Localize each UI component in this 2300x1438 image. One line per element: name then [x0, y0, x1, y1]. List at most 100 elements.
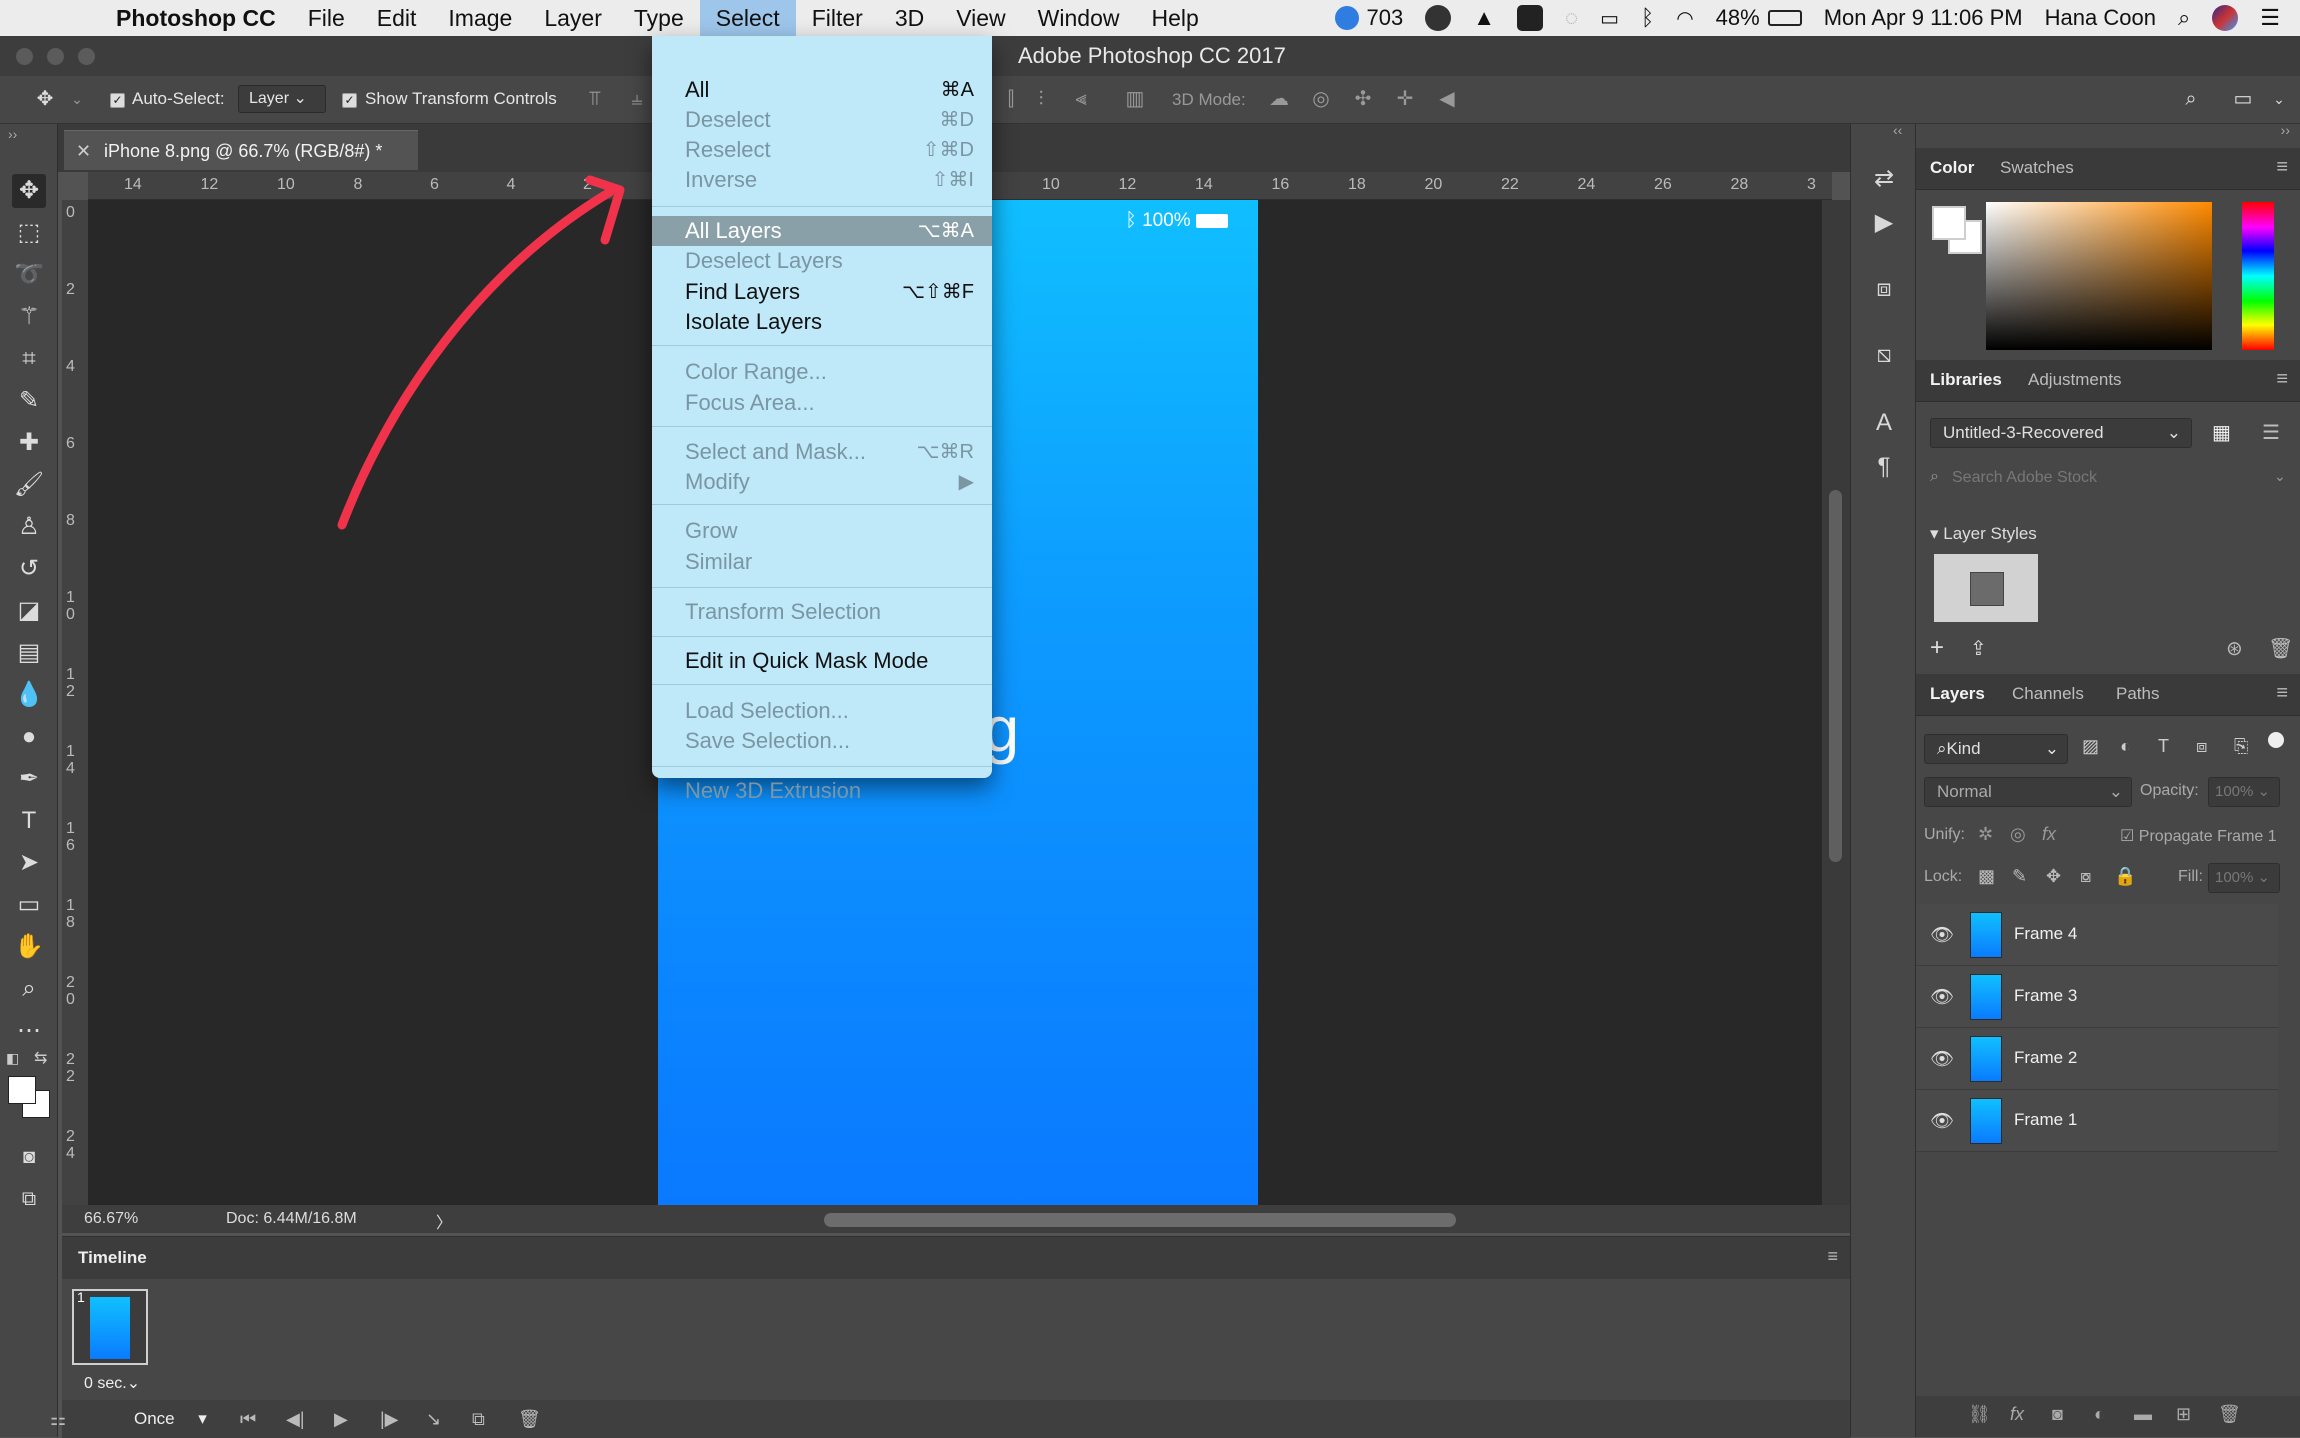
more-tools-icon[interactable]: ⋯ [12, 1014, 46, 1048]
add-mask-icon[interactable]: ◙ [2052, 1404, 2063, 1425]
actions-panel-icon[interactable]: ▶ [1869, 208, 1899, 238]
select-menu-item-save-selection[interactable]: Save Selection... [652, 726, 992, 756]
library-dropdown[interactable]: Untitled-3-Recovered ⌄ [1930, 418, 2192, 448]
history-panel-icon[interactable]: ⇄ [1869, 164, 1899, 194]
gradient-tool-icon[interactable]: ▤ [12, 636, 46, 670]
select-menu-item-focus-area[interactable]: Focus Area... [652, 388, 992, 418]
tab-swatches[interactable]: Swatches [2000, 158, 2074, 178]
convert-timeline-icon[interactable]: ⚏ [50, 1409, 66, 1430]
show-transform-checkbox-wrap[interactable]: ✓ [342, 90, 357, 110]
chevron-down-icon[interactable]: ⌄ [66, 88, 88, 110]
lock-transparent-icon[interactable]: ▩ [1978, 866, 1995, 887]
timeline-title[interactable]: Timeline [78, 1248, 147, 1268]
menu-edit[interactable]: Edit [361, 0, 433, 36]
select-menu-item-transform-selection[interactable]: Transform Selection [652, 597, 992, 627]
color-panel-menu-icon[interactable]: ≡ [2276, 156, 2288, 179]
menu-3d[interactable]: 3D [879, 0, 940, 36]
collapse-toolbar-icon[interactable]: ›› [8, 126, 17, 142]
dodge-tool-icon[interactable]: ● [12, 720, 46, 754]
menu-layer[interactable]: Layer [528, 0, 618, 36]
show-transform-checkbox[interactable]: ✓ [342, 93, 357, 109]
workspace-icon[interactable]: ▭ [2232, 88, 2254, 110]
play-icon[interactable]: ▶ [334, 1409, 348, 1430]
opacity-input[interactable]: 100% ⌄ [2208, 777, 2280, 807]
battery-icon[interactable] [1767, 10, 1802, 26]
select-menu-item-inverse[interactable]: Inverse ⇧⌘I [652, 165, 992, 195]
timeline-menu-icon[interactable]: ≡ [1827, 1246, 1838, 1267]
auto-select-dropdown[interactable]: Layer ⌄ [238, 85, 326, 113]
user-name[interactable]: Hana Coon [2045, 5, 2156, 31]
history-brush-tool-icon[interactable]: ↺ [12, 552, 46, 586]
eraser-tool-icon[interactable]: ◪ [12, 594, 46, 628]
clock[interactable]: Mon Apr 9 11:06 PM [1824, 5, 2023, 31]
select-menu-item-deselect[interactable]: Deselect ⌘D [652, 105, 992, 135]
select-menu-item-new-3d-extrusion[interactable]: New 3D Extrusion [652, 776, 992, 806]
app-status-icon[interactable] [1517, 5, 1543, 31]
library-trash-icon[interactable]: 🗑 [2268, 636, 2293, 661]
auto-select-checkbox-wrap[interactable]: ✓ [110, 90, 125, 110]
hue-slider[interactable] [2242, 202, 2274, 350]
unify-style-icon[interactable]: fx [2042, 824, 2056, 845]
rectangle-tool-icon[interactable]: ▭ [12, 888, 46, 922]
brush-tool-icon[interactable]: 🖌 [12, 468, 46, 502]
list-view-icon[interactable]: ☰ [2262, 420, 2280, 445]
sync-icon[interactable]: ◌ [1565, 5, 1578, 31]
foreground-color-swatch[interactable] [8, 1076, 36, 1104]
tab-paths[interactable]: Paths [2116, 684, 2159, 704]
delete-frame-icon[interactable]: 🗑 [518, 1409, 541, 1430]
filter-type-icon[interactable]: T [2158, 736, 2169, 757]
swap-colors-icon[interactable]: ⇆ [34, 1048, 47, 1068]
distribute-right-icon[interactable]: ⫶ [1030, 88, 1052, 110]
frame-delay[interactable]: 0 sec.⌄ [84, 1373, 140, 1393]
auto-align-icon[interactable]: ▥ [1124, 88, 1146, 110]
notification-badge-icon[interactable] [1334, 6, 1359, 30]
select-menu-item-reselect[interactable]: Reselect ⇧⌘D [652, 135, 992, 165]
select-menu-item-find-layers[interactable]: Find Layers ⌥⇧⌘F [652, 277, 992, 307]
auto-select-checkbox[interactable]: ✓ [110, 93, 125, 109]
menu-type[interactable]: Type [618, 0, 700, 36]
animation-frame[interactable]: 1 [72, 1289, 148, 1365]
3d-pan-icon[interactable]: ✣ [1352, 88, 1374, 110]
path-selection-tool-icon[interactable]: ➤ [12, 846, 46, 880]
visibility-eye-icon[interactable]: 👁 [1930, 923, 1954, 947]
select-menu-item-load-selection[interactable]: Load Selection... [652, 696, 992, 726]
filter-shape-icon[interactable]: ⧈ [2196, 736, 2207, 757]
new-group-icon[interactable]: ▬ [2134, 1404, 2152, 1425]
move-tool-preset-icon[interactable]: ✥ [34, 88, 56, 110]
visibility-eye-icon[interactable]: 👁 [1930, 1109, 1954, 1133]
tween-icon[interactable]: ↘ [426, 1409, 441, 1430]
select-menu-item-grow[interactable]: Grow [652, 516, 992, 546]
distribute-hcenter-icon[interactable]: ⫿ [1000, 88, 1022, 110]
layer-row[interactable]: 👁 Frame 4 [1916, 904, 2278, 966]
distribute-left-icon[interactable]: ⫷ [1070, 88, 1092, 110]
fill-input[interactable]: 100% ⌄ [2208, 863, 2280, 893]
layer-styles-group[interactable]: ▾ Layer Styles [1930, 524, 2037, 544]
clone-stamp-tool-icon[interactable]: ♙ [12, 510, 46, 544]
3d-panel-icon[interactable]: ⧈ [1869, 274, 1899, 304]
propagate-frame-checkbox[interactable]: ☑ Propagate Frame 1 [2120, 826, 2277, 846]
menu-help[interactable]: Help [1135, 0, 1214, 36]
tab-adjustments[interactable]: Adjustments [2028, 370, 2122, 390]
select-menu-item-all-layers[interactable]: All Layers ⌥⌘A [652, 216, 992, 246]
menu-window[interactable]: Window [1022, 0, 1136, 36]
pen-tool-icon[interactable]: ✒ [12, 762, 46, 796]
foreground-swatch[interactable] [1932, 206, 1966, 240]
blend-mode-dropdown[interactable]: Normal ⌄ [1924, 777, 2132, 807]
first-frame-icon[interactable]: ⏮ [240, 1409, 256, 1430]
layer-filter-kind-dropdown[interactable]: ⌕Kind ⌄ [1924, 734, 2068, 764]
visibility-eye-icon[interactable]: 👁 [1930, 985, 1954, 1009]
3d-orbit-icon[interactable]: ☁ [1268, 88, 1290, 110]
search-stock-input[interactable]: Search Adobe Stock [1952, 469, 2097, 487]
collapse-panels-icon[interactable]: ›› [2281, 122, 2290, 138]
align-middle-icon[interactable]: ⫨ [626, 88, 648, 110]
close-tab-icon[interactable]: ✕ [76, 131, 91, 171]
zoom-tool-icon[interactable]: ⌕ [12, 972, 46, 1006]
new-layer-icon[interactable]: ⊞ [2176, 1404, 2191, 1425]
menu-app-name[interactable]: Photoshop CC [116, 5, 276, 32]
menu-select[interactable]: Select [699, 0, 796, 36]
3d-scale-icon[interactable]: ◀ [1436, 88, 1458, 110]
link-layers-icon[interactable]: ⛓ [1968, 1404, 1991, 1425]
upload-icon[interactable]: ⇪ [1970, 636, 1987, 661]
minimize-window-button[interactable] [47, 48, 64, 65]
add-element-icon[interactable]: + [1930, 634, 1944, 662]
